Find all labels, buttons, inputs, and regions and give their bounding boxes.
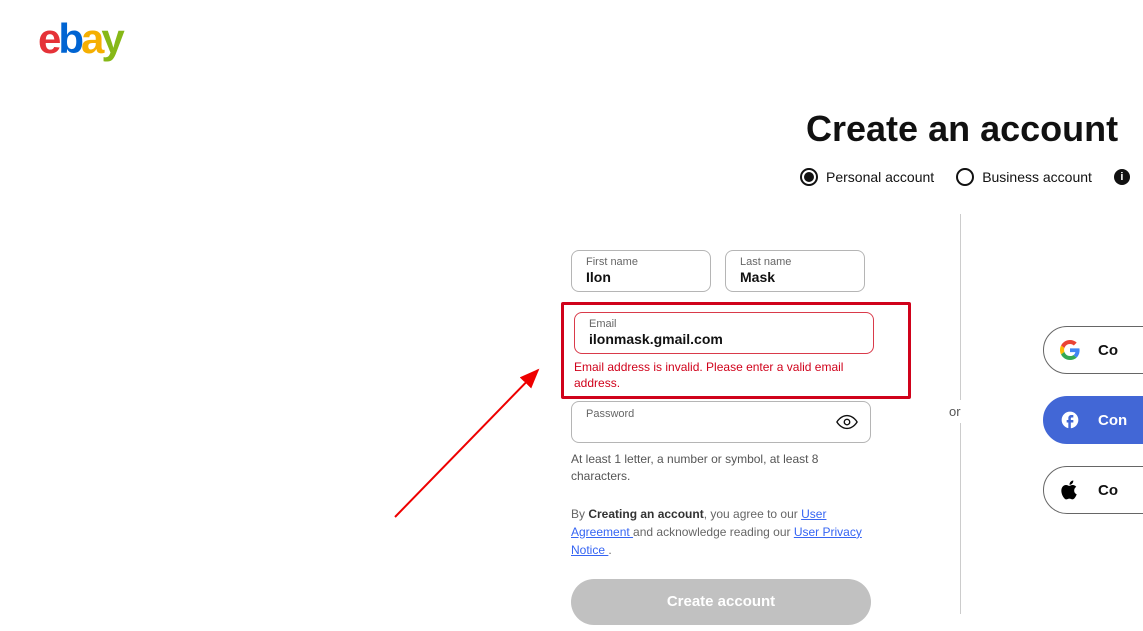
terms-mid1: , you agree to our <box>704 507 801 521</box>
info-icon[interactable]: i <box>1114 169 1130 185</box>
logo-letter-a: a <box>81 15 101 62</box>
eye-icon[interactable] <box>836 411 858 433</box>
email-field[interactable]: Email <box>574 312 874 354</box>
facebook-icon <box>1060 410 1080 430</box>
page-title: Create an account <box>806 108 1118 150</box>
last-name-label: Last name <box>740 257 852 268</box>
terms-prefix: By <box>571 507 588 521</box>
email-input[interactable] <box>589 331 861 347</box>
ebay-logo[interactable]: ebay <box>38 15 122 63</box>
first-name-input[interactable] <box>586 269 698 285</box>
continue-with-google-button[interactable]: Co <box>1043 326 1143 374</box>
terms-bold: Creating an account <box>588 507 703 521</box>
last-name-input[interactable] <box>740 269 852 285</box>
personal-account-label: Personal account <box>826 169 934 185</box>
annotation-arrow <box>390 362 545 522</box>
email-label: Email <box>589 319 861 330</box>
apple-button-label: Co <box>1098 482 1118 499</box>
first-name-label: First name <box>586 257 698 268</box>
radio-business[interactable] <box>956 168 974 186</box>
password-input[interactable] <box>586 421 836 435</box>
password-field[interactable]: Password <box>571 401 871 443</box>
google-icon <box>1060 340 1080 360</box>
continue-with-apple-button[interactable]: Co <box>1043 466 1143 514</box>
social-buttons: Co Con Co <box>1043 326 1143 514</box>
google-button-label: Co <box>1098 342 1118 359</box>
apple-icon <box>1060 479 1080 501</box>
logo-letter-y: y <box>101 15 121 62</box>
logo-letter-b: b <box>58 15 81 62</box>
continue-with-facebook-button[interactable]: Con <box>1043 396 1143 444</box>
account-type-group: Personal account Business account i <box>800 168 1130 186</box>
email-error-message: Email address is invalid. Please enter a… <box>574 360 874 391</box>
create-account-button[interactable]: Create account <box>571 579 871 625</box>
first-name-field[interactable]: First name <box>571 250 711 292</box>
password-hint: At least 1 letter, a number or symbol, a… <box>571 451 861 485</box>
or-text: or <box>949 400 961 423</box>
terms-mid2: and acknowledge reading our <box>633 525 794 539</box>
terms-text: By Creating an account, you agree to our… <box>571 505 871 559</box>
password-label: Password <box>586 409 836 420</box>
last-name-field[interactable]: Last name <box>725 250 865 292</box>
business-account-option[interactable]: Business account <box>956 168 1092 186</box>
personal-account-option[interactable]: Personal account <box>800 168 934 186</box>
email-error-highlight: Email Email address is invalid. Please e… <box>561 302 911 399</box>
radio-personal[interactable] <box>800 168 818 186</box>
signup-form: First name Last name Email Email address… <box>571 250 911 625</box>
terms-suffix: . <box>608 543 611 557</box>
logo-letter-e: e <box>38 15 58 62</box>
business-account-label: Business account <box>982 169 1092 185</box>
facebook-button-label: Con <box>1098 412 1127 429</box>
